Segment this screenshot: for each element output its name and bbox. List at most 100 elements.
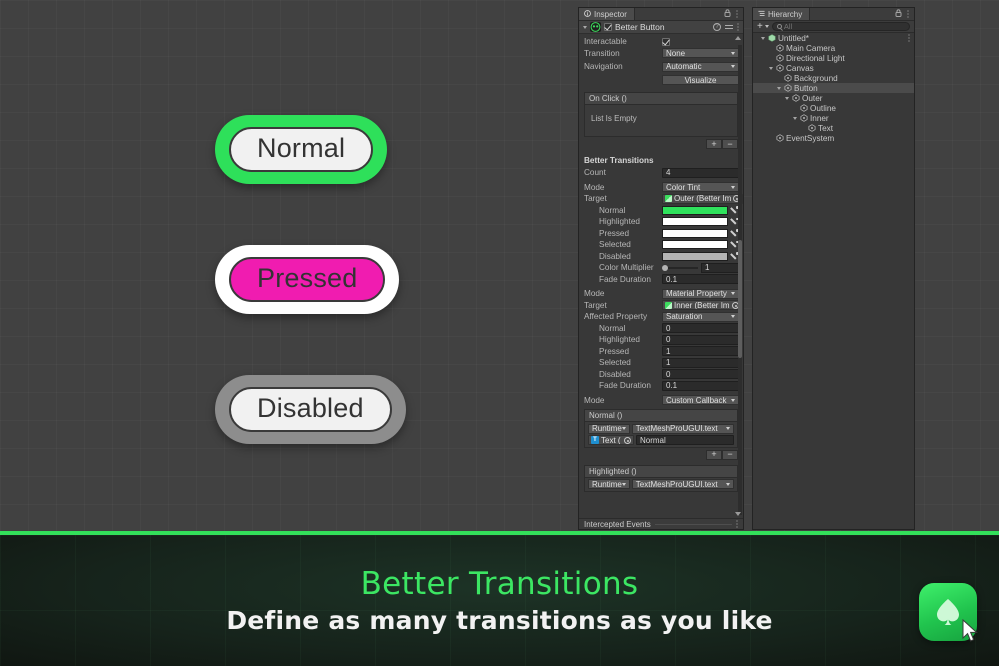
hierarchy-item-outline[interactable]: Outline xyxy=(753,103,914,113)
transition-2-state-selected[interactable]: Selected 1 xyxy=(579,357,743,369)
field-transition[interactable]: Transition None xyxy=(579,48,743,60)
hierarchy-item-untitled[interactable]: Untitled* xyxy=(753,33,914,43)
fade-duration-input[interactable]: 0.1 xyxy=(662,274,739,285)
tab-hierarchy[interactable]: Hierarchy xyxy=(753,8,811,20)
color-swatch[interactable] xyxy=(662,217,728,227)
target-object-field[interactable]: Inner (Better Im xyxy=(662,300,742,311)
transition-1-state-pressed[interactable]: Pressed xyxy=(579,228,743,240)
inspector-scrollbar[interactable] xyxy=(738,45,742,515)
remove-listener-button[interactable]: − xyxy=(722,449,738,460)
object-picker-icon[interactable] xyxy=(624,436,631,444)
component-enabled-checkbox[interactable] xyxy=(604,23,612,31)
search-input[interactable]: All xyxy=(771,22,910,31)
kebab-menu-icon[interactable] xyxy=(737,23,739,31)
state-value-input[interactable]: 1 xyxy=(662,357,739,368)
hierarchy-item-directional-light[interactable]: Directional Light xyxy=(753,53,914,63)
transition-1-state-disabled[interactable]: Disabled xyxy=(579,251,743,263)
transition-3-mode[interactable]: Mode Custom Callback xyxy=(579,395,743,407)
hierarchy-item-main-camera[interactable]: Main Camera xyxy=(753,43,914,53)
remove-listener-button[interactable]: − xyxy=(722,139,738,149)
chevron-down-icon[interactable] xyxy=(583,25,587,29)
tab-inspector[interactable]: Inspector xyxy=(579,8,635,20)
add-listener-button[interactable]: + xyxy=(706,139,722,149)
help-icon[interactable]: ? xyxy=(713,23,721,31)
slider-track[interactable] xyxy=(662,264,698,271)
color-swatch[interactable] xyxy=(662,240,728,250)
transition-1-target[interactable]: Target Outer (Better Im xyxy=(579,193,743,205)
state-value-input[interactable]: 1 xyxy=(662,346,739,357)
function-dropdown[interactable]: TextMeshProUGUI.text xyxy=(631,423,734,434)
transition-1-mode[interactable]: Mode Color Tint xyxy=(579,182,743,194)
kebab-menu-icon[interactable] xyxy=(907,10,909,18)
color-multiplier-slider[interactable]: 1 xyxy=(662,262,739,273)
hierarchy-item-outer[interactable]: Outer xyxy=(753,93,914,103)
on-click-header[interactable]: On Click () xyxy=(585,93,737,105)
chevron-down-icon[interactable] xyxy=(783,96,790,100)
kebab-menu-icon[interactable] xyxy=(736,520,738,528)
field-interactable[interactable]: Interactable xyxy=(579,36,743,48)
affected-property-dropdown[interactable]: Saturation xyxy=(662,311,739,322)
transition-2-target[interactable]: Target Inner (Better Im xyxy=(579,300,743,312)
function-dropdown[interactable]: TextMeshProUGUI.text xyxy=(631,479,734,489)
field-navigation[interactable]: Navigation Automatic xyxy=(579,61,743,73)
transition-1-state-highlighted[interactable]: Highlighted xyxy=(579,216,743,228)
inspector-scroll-area[interactable]: Interactable Transition None Navigation xyxy=(579,34,743,518)
event-header[interactable]: Normal () xyxy=(585,410,737,422)
better-button-normal[interactable]: Normal xyxy=(215,115,388,185)
transition-2-fade-duration[interactable]: Fade Duration 0.1 xyxy=(579,380,743,392)
hierarchy-item-inner[interactable]: Inner xyxy=(753,113,914,123)
component-header-better-button[interactable]: Better Button ? xyxy=(579,21,743,34)
transition-2-affected-property[interactable]: Affected Property Saturation xyxy=(579,311,743,323)
state-value-input[interactable]: 0 xyxy=(662,334,739,345)
scroll-down-icon[interactable] xyxy=(735,512,741,516)
transition-2-state-disabled[interactable]: Disabled 0 xyxy=(579,369,743,381)
callback-object-field[interactable]: T Text ( xyxy=(588,435,634,445)
add-listener-button[interactable]: + xyxy=(706,449,722,460)
hierarchy-tree[interactable]: Untitled* Main Camera Directional Light Can… xyxy=(753,33,914,143)
transition-2-mode[interactable]: Mode Material Property xyxy=(579,288,743,300)
hierarchy-item-background[interactable]: Background xyxy=(753,73,914,83)
state-value-input[interactable]: 0 xyxy=(662,323,739,334)
state-value-input[interactable]: 0 xyxy=(662,369,739,380)
better-button-pressed[interactable]: Pressed xyxy=(215,245,400,315)
transition-2-state-pressed[interactable]: Pressed 1 xyxy=(579,346,743,358)
chevron-down-icon[interactable] xyxy=(791,116,798,120)
lock-icon[interactable] xyxy=(724,9,731,19)
field-count[interactable]: Count 4 xyxy=(579,167,743,179)
event-header[interactable]: Highlighted () xyxy=(585,465,737,478)
interactable-checkbox[interactable] xyxy=(662,37,670,46)
chevron-down-icon[interactable] xyxy=(775,86,782,90)
count-input[interactable]: 4 xyxy=(662,167,739,178)
hierarchy-item-eventsystem[interactable]: EventSystem xyxy=(753,133,914,143)
fade-duration-input[interactable]: 0.1 xyxy=(662,380,739,391)
chevron-down-icon[interactable] xyxy=(767,66,774,70)
transition-1-fade-duration[interactable]: Fade Duration 0.1 xyxy=(579,274,743,286)
color-swatch[interactable] xyxy=(662,205,728,215)
kebab-menu-icon[interactable] xyxy=(908,34,910,42)
add-gameobject-button[interactable]: + xyxy=(757,21,769,32)
transition-2-state-highlighted[interactable]: Highlighted 0 xyxy=(579,334,743,346)
lock-icon[interactable] xyxy=(895,9,902,19)
mode-dropdown[interactable]: Color Tint xyxy=(662,182,739,193)
runtime-dropdown[interactable]: Runtime xyxy=(588,423,630,434)
kebab-menu-icon[interactable] xyxy=(736,10,738,18)
scrollbar-thumb[interactable] xyxy=(738,240,742,358)
chevron-down-icon[interactable] xyxy=(759,36,766,40)
slider-handle[interactable] xyxy=(662,264,668,271)
transition-1-state-selected[interactable]: Selected xyxy=(579,239,743,251)
transition-1-color-multiplier[interactable]: Color Multiplier 1 xyxy=(579,262,743,274)
color-swatch[interactable] xyxy=(662,228,728,238)
hierarchy-item-canvas[interactable]: Canvas xyxy=(753,63,914,73)
hierarchy-item-button[interactable]: Button xyxy=(753,83,914,93)
intercepted-events-footer[interactable]: Intercepted Events xyxy=(579,518,743,529)
color-swatch[interactable] xyxy=(662,251,728,261)
transition-2-state-normal[interactable]: Normal 0 xyxy=(579,323,743,335)
runtime-dropdown[interactable]: Runtime xyxy=(588,479,630,489)
visualize-button[interactable]: Visualize xyxy=(662,75,739,86)
mode-dropdown[interactable]: Custom Callback xyxy=(662,395,739,406)
transition-dropdown[interactable]: None xyxy=(662,48,739,59)
target-object-field[interactable]: Outer (Better Im xyxy=(662,193,743,204)
mode-dropdown[interactable]: Material Property xyxy=(662,288,739,299)
callback-value-input[interactable]: Normal xyxy=(636,435,734,445)
navigation-dropdown[interactable]: Automatic xyxy=(662,61,739,72)
